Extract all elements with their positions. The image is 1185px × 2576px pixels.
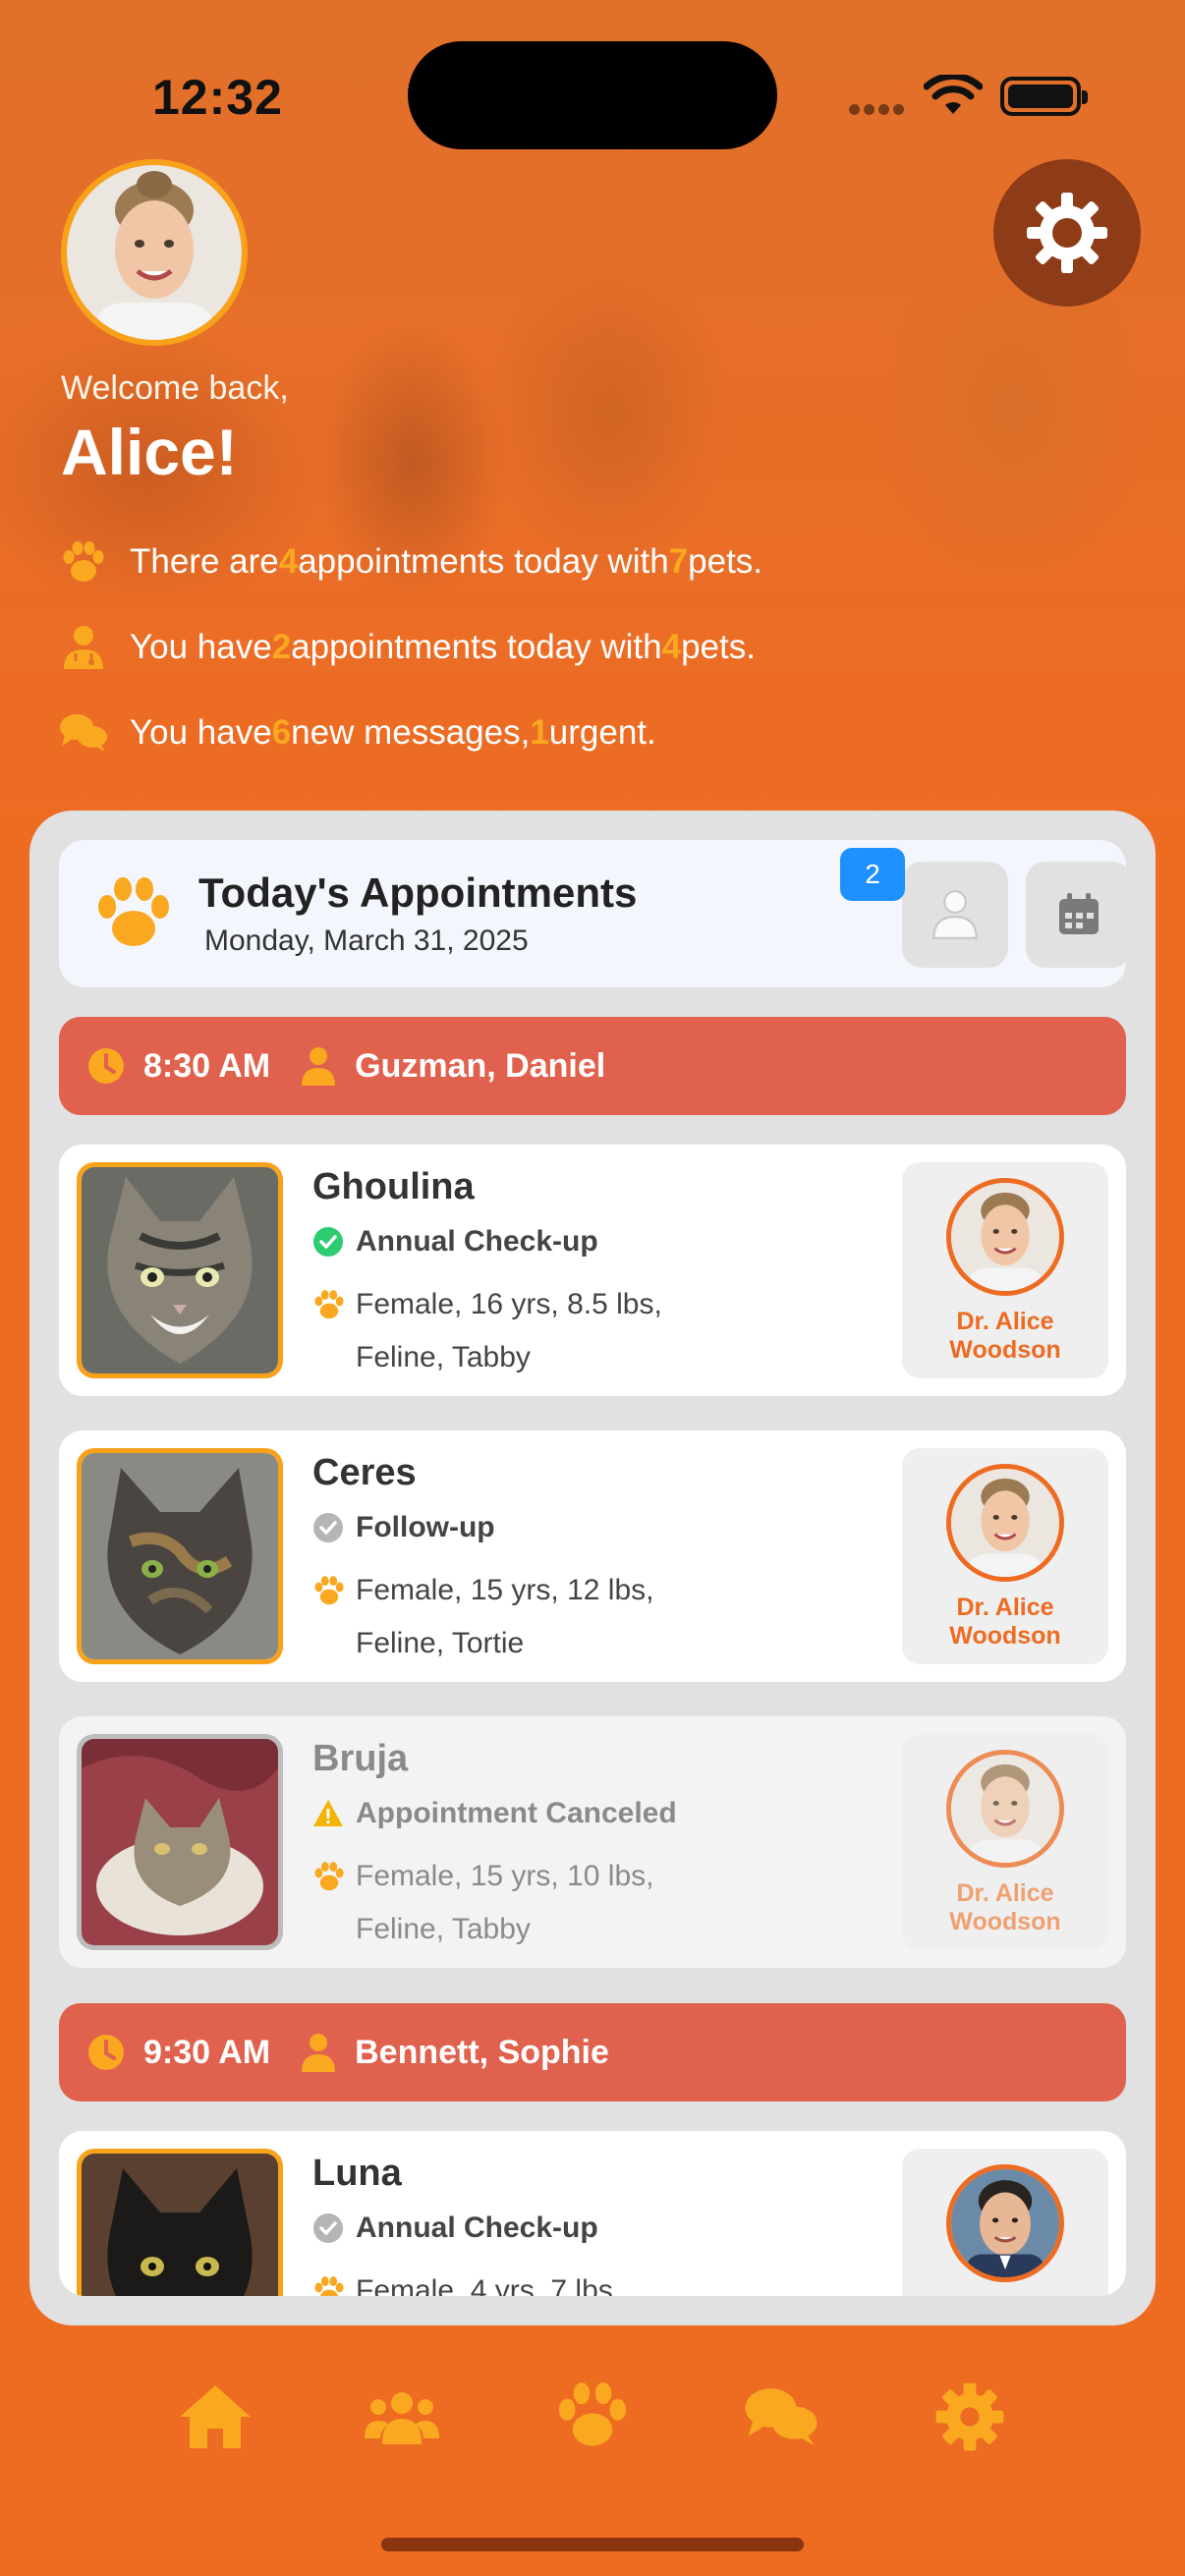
paw-icon — [314, 1862, 344, 1891]
pet-details: Female, 15 yrs, 10 lbs, Feline, Tabby — [312, 1850, 725, 1956]
appointment-time: 9:30 AM — [143, 2033, 271, 2071]
pet-card[interactable]: Bruja Appointment Canceled Female, 15 yr… — [59, 1716, 1126, 1968]
summary-messages: You have 6 new messages, 1 urgent. — [59, 709, 656, 756]
person-icon — [302, 1047, 336, 1086]
appointments-scroll-area[interactable]: Today's Appointments Monday, March 31, 2… — [59, 840, 1126, 2296]
appointment-time-bar[interactable]: 9:30 AM Bennett, Sophie — [59, 2003, 1126, 2101]
person-icon — [302, 2034, 336, 2072]
tab-messages[interactable] — [737, 2378, 825, 2456]
paw-icon — [314, 1290, 344, 1319]
check-circle-icon — [313, 1227, 343, 1257]
warning-icon — [313, 1800, 343, 1826]
appointments-date: Monday, March 31, 2025 — [204, 924, 529, 957]
tab-bar — [0, 2358, 1185, 2476]
paw-icon — [314, 2276, 344, 2296]
paw-icon — [314, 1576, 344, 1605]
clock-icon — [88, 2035, 124, 2070]
status-bar: 12:32 — [0, 0, 1185, 149]
paw-icon — [59, 538, 108, 586]
pet-photo — [77, 2149, 283, 2296]
pet-details: Female, 15 yrs, 12 lbs, Feline, Tortie — [312, 1564, 725, 1670]
summary-appointments-mine: You have 2 appointments today with 4 pet… — [59, 624, 756, 671]
appointment-status: Appointment Canceled — [312, 1797, 677, 1830]
calendar-button[interactable] — [1026, 862, 1126, 968]
doctor-name: Dr. Alice Woodson — [949, 1879, 1061, 1935]
owner-name: Bennett, Sophie — [355, 2033, 609, 2071]
doctor-icon — [59, 624, 108, 671]
paw-icon — [98, 877, 169, 946]
clock-icon — [88, 1048, 124, 1084]
check-circle-icon — [313, 1513, 343, 1542]
appointment-status: Annual Check-up — [312, 1225, 598, 1259]
battery-icon — [1000, 77, 1088, 116]
chat-icon — [59, 709, 108, 756]
home-icon — [180, 2385, 251, 2448]
tab-clients[interactable] — [358, 2378, 446, 2456]
doctor-avatar — [946, 1178, 1064, 1296]
pet-details: Female, 4 yrs, 7 lbs, — [312, 2265, 725, 2296]
wifi-icon — [924, 75, 983, 114]
assigned-doctor[interactable]: Dr. Alice Woodson — [902, 1734, 1108, 1950]
appointment-time-bar[interactable]: 8:30 AM Guzman, Daniel — [59, 1017, 1126, 1115]
appointment-time: 8:30 AM — [143, 1046, 271, 1085]
doctor-avatar — [946, 1750, 1064, 1868]
tab-settings[interactable] — [926, 2378, 1014, 2456]
tab-pets[interactable] — [548, 2378, 637, 2456]
pet-details: Female, 16 yrs, 8.5 lbs, Feline, Tabby — [312, 1278, 725, 1384]
gear-icon — [1027, 193, 1107, 273]
pet-photo — [77, 1734, 283, 1950]
pets-icon — [558, 2382, 627, 2446]
appointment-status: Annual Check-up — [312, 2212, 598, 2245]
username: Alice! — [61, 416, 238, 488]
doctor-name: Dr. Alice Woodson — [949, 1308, 1061, 1364]
messages-icon — [745, 2388, 818, 2445]
signal-icon — [849, 102, 908, 116]
user-avatar[interactable] — [61, 159, 248, 346]
assigned-doctor[interactable]: Dr. Alice Woodson — [902, 1162, 1108, 1378]
assigned-doctor[interactable] — [902, 2149, 1108, 2296]
pet-card[interactable]: Luna Annual Check-up Female, 4 yrs, 7 lb… — [59, 2131, 1126, 2296]
summary-appointments-all: There are 4 appointments today with 7 pe… — [59, 538, 762, 586]
doctor-avatar — [946, 1464, 1064, 1582]
doctor-name: Dr. Alice Woodson — [949, 1594, 1061, 1650]
doctor-icon — [932, 890, 978, 939]
calendar-icon — [1059, 893, 1099, 934]
appointment-status: Follow-up — [312, 1511, 495, 1544]
appointments-header: Today's Appointments Monday, March 31, 2… — [59, 840, 1126, 987]
pet-photo — [77, 1162, 283, 1378]
settings-button[interactable] — [993, 159, 1141, 307]
check-circle-icon — [313, 2213, 343, 2243]
pet-name: Ceres — [312, 1452, 417, 1493]
settings-icon — [935, 2382, 1004, 2451]
dynamic-island — [408, 41, 777, 149]
pet-name: Ghoulina — [312, 1166, 475, 1207]
doctor-filter-button[interactable] — [902, 862, 1008, 968]
tab-home[interactable] — [171, 2378, 259, 2456]
pet-card[interactable]: Ceres Follow-up Female, 15 yrs, 12 lbs, … — [59, 1430, 1126, 1682]
clients-icon — [365, 2392, 439, 2444]
pet-photo — [77, 1448, 283, 1664]
doctor-filter-badge: 2 — [840, 848, 905, 901]
pet-name: Bruja — [312, 1738, 409, 1779]
owner-name: Guzman, Daniel — [355, 1046, 606, 1085]
pet-card[interactable]: Ghoulina Annual Check-up Female, 16 yrs,… — [59, 1145, 1126, 1396]
welcome-text: Welcome back, — [61, 369, 289, 407]
pet-name: Luna — [312, 2153, 402, 2194]
assigned-doctor[interactable]: Dr. Alice Woodson — [902, 1448, 1108, 1664]
doctor-avatar — [946, 2164, 1064, 2282]
appointments-title: Today's Appointments — [198, 869, 638, 916]
status-time: 12:32 — [152, 70, 283, 125]
home-indicator[interactable] — [381, 2538, 804, 2551]
appointments-panel: Today's Appointments Monday, March 31, 2… — [29, 811, 1156, 2325]
